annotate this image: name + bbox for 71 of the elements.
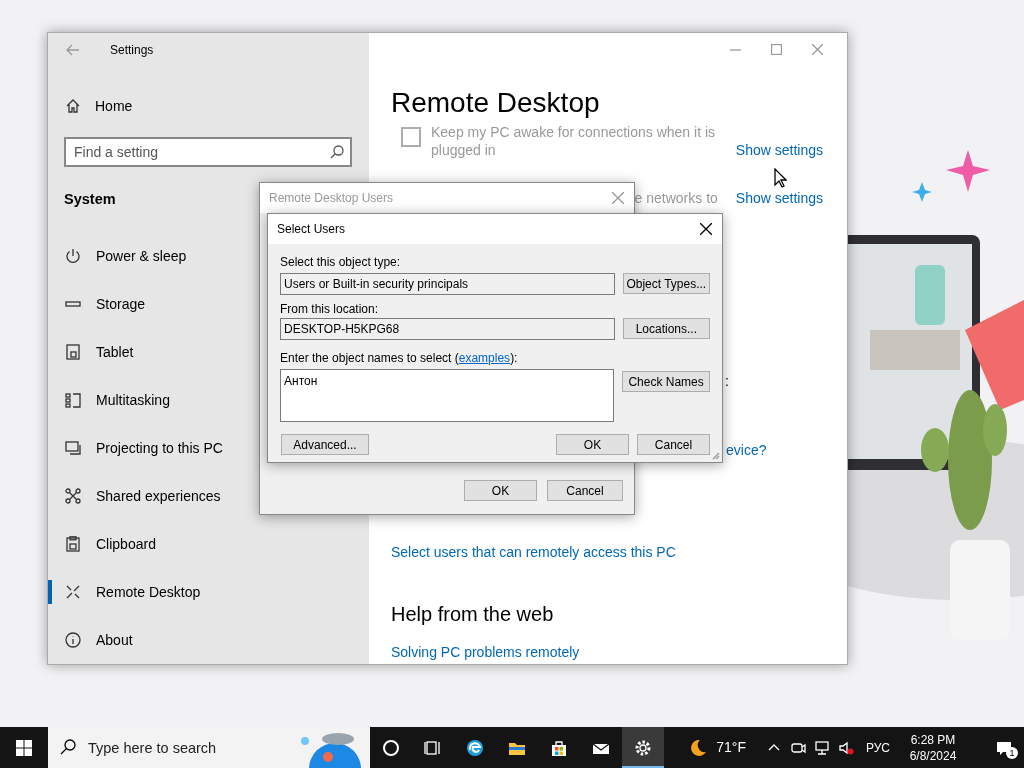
ok-button[interactable]: OK (556, 434, 629, 455)
search-field[interactable]: Find a setting (64, 137, 352, 167)
taskbar-app-button[interactable] (622, 727, 664, 768)
language-button[interactable]: РУС (865, 738, 890, 757)
partial-link[interactable]: evice? (726, 442, 767, 458)
dialog-title: Select Users (277, 221, 346, 238)
weather-widget[interactable]: 71°F (688, 737, 746, 758)
share-icon (65, 488, 81, 504)
cortana-icon (382, 738, 400, 757)
muted-speaker-icon (837, 739, 854, 756)
windows-icon (16, 739, 32, 756)
nav-item[interactable]: Remote Desktop (48, 568, 369, 616)
dialog-title: Remote Desktop Users (269, 190, 394, 207)
cancel-button[interactable]: Cancel (637, 434, 710, 455)
home-icon (65, 98, 81, 115)
maximize-button[interactable] (771, 43, 782, 55)
section-heading: System (64, 190, 116, 209)
nav-item[interactable]: Clipboard (48, 520, 369, 568)
nav-item[interactable]: About (48, 616, 369, 664)
tablet-icon (65, 344, 81, 360)
show-settings-link[interactable]: Show settings (735, 189, 823, 207)
multitasking-icon (65, 392, 81, 408)
muted-speaker-button[interactable] (837, 739, 854, 756)
close-icon (612, 192, 624, 204)
select-users-link[interactable]: Select users that can remotely access this PC (391, 543, 676, 561)
show-settings-link[interactable]: Show settings (735, 141, 823, 159)
window-title: Settings (110, 42, 154, 60)
nav-item[interactable]: Shared experiences (48, 472, 369, 520)
back-arrow-icon (66, 44, 80, 57)
resize-grip-icon (711, 451, 720, 460)
locations-button[interactable]: Locations... (622, 318, 710, 339)
object-types-button[interactable]: Object Types... (622, 273, 710, 294)
ok-button[interactable]: OK (464, 480, 537, 501)
power-icon (65, 248, 81, 264)
projector-icon (65, 440, 81, 456)
clipboard-icon (65, 536, 81, 552)
clock[interactable]: 6:28 PM 6/8/2024 (898, 731, 968, 764)
remote-icon (65, 584, 81, 600)
help-link[interactable]: Solving PC problems remotely (391, 643, 580, 661)
info-icon (65, 632, 81, 648)
network-icon (813, 739, 830, 756)
store-icon (550, 738, 568, 757)
cancel-button[interactable]: Cancel (547, 480, 623, 501)
settings-icon (634, 738, 652, 757)
field-label: From this location: (280, 301, 380, 317)
cursor-icon (774, 168, 787, 188)
location-field: DESKTOP-H5KPG68 (280, 318, 615, 340)
moon-icon (688, 737, 709, 758)
notifications-button[interactable]: 1 (984, 727, 1024, 768)
names-input[interactable]: Антон (280, 369, 615, 422)
search-icon (60, 739, 76, 755)
page-heading: Remote Desktop (391, 86, 601, 120)
section-heading: Help from the web (391, 602, 555, 627)
partial-text: e networks to (634, 189, 718, 207)
close-icon (812, 43, 823, 55)
browser-icon (466, 738, 484, 757)
close-icon (700, 223, 712, 235)
object-type-field: Users or Built-in security principals (280, 273, 615, 295)
close-button[interactable] (700, 223, 712, 235)
maximize-icon (771, 43, 782, 55)
task-view-icon (424, 738, 442, 757)
search-icon (330, 145, 344, 159)
field-label: Select this object type: (280, 254, 402, 270)
examples-link[interactable]: examples (458, 351, 511, 365)
partial-text: : (725, 373, 729, 389)
checkbox-label: Keep my PC awake for connections when it is plugged in (431, 123, 717, 159)
home-nav-item[interactable]: Home (48, 88, 369, 124)
field-label: Enter the object names to select (examples): (280, 350, 519, 366)
advanced-button[interactable]: Advanced... (281, 434, 369, 455)
network-button[interactable] (813, 739, 830, 756)
check-names-button[interactable]: Check Names (622, 371, 710, 392)
